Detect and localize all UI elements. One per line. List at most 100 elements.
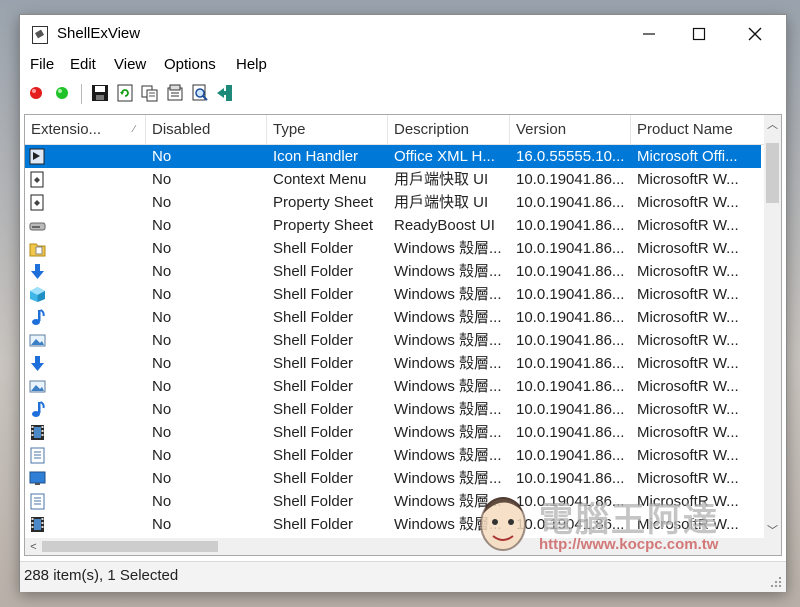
cell-product: MicrosoftR W... xyxy=(637,516,739,533)
maximize-button[interactable] xyxy=(674,15,724,53)
scroll-left-icon[interactable]: < xyxy=(25,538,42,555)
minimize-button[interactable] xyxy=(624,15,674,53)
cell-type: Shell Folder xyxy=(273,493,354,510)
table-row[interactable]: No Shell Folder Windows 殼層... 10.0.19041.86… xyxy=(25,444,761,467)
cell-type: Shell Folder xyxy=(273,424,354,441)
list-header: Extensio... ∕ Disabled Type Description … xyxy=(25,115,765,145)
menu-help[interactable]: Help xyxy=(236,56,267,73)
cell-description: Windows 殼層... xyxy=(394,332,502,349)
table-row[interactable]: No Shell Folder Windows 殼層... 10.0.19041.86… xyxy=(25,375,761,398)
cell-disabled: No xyxy=(152,148,172,165)
cell-version: 10.0.19041.86... xyxy=(516,424,625,441)
cell-type: Property Sheet xyxy=(273,194,374,211)
table-row[interactable]: No Shell Folder Windows 殼層... 10.0.19041.86… xyxy=(25,398,761,421)
enable-button[interactable] xyxy=(53,84,71,102)
close-icon xyxy=(748,27,762,41)
table-row[interactable]: No Icon Handler Office XML H... 16.0.55555.… xyxy=(25,145,761,168)
refresh-button[interactable] xyxy=(116,84,134,102)
cell-type: Property Sheet xyxy=(273,217,374,234)
cell-description: Windows 殼層... xyxy=(394,424,502,441)
horizontal-scrollbar[interactable]: < xyxy=(25,538,765,555)
arrow-file-icon xyxy=(29,148,46,165)
cell-version: 10.0.19041.86... xyxy=(516,470,625,487)
cell-type: Shell Folder xyxy=(273,240,354,257)
cell-disabled: No xyxy=(152,447,172,464)
column-header-disabled[interactable]: Disabled xyxy=(146,115,267,144)
cell-disabled: No xyxy=(152,424,172,441)
cell-disabled: No xyxy=(152,493,172,510)
cell-disabled: No xyxy=(152,332,172,349)
properties-button[interactable] xyxy=(166,84,184,102)
column-header-type[interactable]: Type xyxy=(267,115,388,144)
cell-type: Shell Folder xyxy=(273,263,354,280)
table-row[interactable]: No Shell Folder Windows 殼層... 10.0.19041.86… xyxy=(25,467,761,490)
cell-version: 10.0.19041.86... xyxy=(516,355,625,372)
cell-disabled: No xyxy=(152,378,172,395)
cell-description: Windows 殼層... xyxy=(394,240,502,257)
close-button[interactable] xyxy=(730,15,780,53)
cell-product: MicrosoftR W... xyxy=(637,378,739,395)
table-row[interactable]: No Property Sheet 用戶端快取 UI 10.0.19041.86...… xyxy=(25,191,761,214)
sort-arrow-icon: ∕ xyxy=(133,124,135,135)
cell-type: Icon Handler xyxy=(273,148,359,165)
cell-disabled: No xyxy=(152,217,172,234)
cube-icon xyxy=(29,286,46,303)
table-row[interactable]: No Property Sheet ReadyBoost UI 10.0.19041.… xyxy=(25,214,761,237)
table-row[interactable]: No Shell Folder Windows 殼層... 10.0.19041.86… xyxy=(25,352,761,375)
exit-button[interactable] xyxy=(216,84,234,102)
column-header-extension[interactable]: Extensio... ∕ xyxy=(25,115,146,144)
column-header-product-name[interactable]: Product Name xyxy=(631,115,765,144)
cell-version: 10.0.19041.86... xyxy=(516,309,625,326)
table-row[interactable]: No Shell Folder Windows 殼層... 10.0.19041.86… xyxy=(25,490,761,513)
music-icon xyxy=(29,309,46,326)
document-icon xyxy=(29,171,46,188)
disable-button[interactable] xyxy=(27,84,45,102)
table-row[interactable]: No Context Menu 用戶端快取 UI 10.0.19041.86... Mi… xyxy=(25,168,761,191)
table-row[interactable]: No Shell Folder Windows 殼層... 10.0.19041.86… xyxy=(25,237,761,260)
vertical-scroll-thumb[interactable] xyxy=(766,143,779,203)
menu-file[interactable]: File xyxy=(30,56,54,73)
cell-product: MicrosoftR W... xyxy=(637,401,739,418)
copy-button[interactable] xyxy=(141,84,159,102)
cell-description: Windows 殼層... xyxy=(394,286,502,303)
resize-grip-icon[interactable] xyxy=(770,576,782,588)
status-bar: 288 item(s), 1 Selected xyxy=(20,561,786,592)
horizontal-scroll-thumb[interactable] xyxy=(42,541,218,552)
cell-disabled: No xyxy=(152,240,172,257)
table-row[interactable]: No Shell Folder Windows 殼層... 10.0.19041.86… xyxy=(25,306,761,329)
menu-view[interactable]: View xyxy=(114,56,146,73)
cell-disabled: No xyxy=(152,194,172,211)
cell-description: 用戶端快取 UI xyxy=(394,194,489,211)
cell-disabled: No xyxy=(152,470,172,487)
cell-description: Office XML H... xyxy=(394,148,495,165)
table-row[interactable]: No Shell Folder Windows 殼層... 10.0.19041.86… xyxy=(25,513,761,536)
scrollbar-corner xyxy=(764,538,781,555)
cell-product: MicrosoftR W... xyxy=(637,240,739,257)
scroll-up-icon[interactable]: ︿ xyxy=(764,115,781,132)
cell-description: Windows 殼層... xyxy=(394,309,502,326)
column-header-description[interactable]: Description xyxy=(388,115,510,144)
save-button[interactable] xyxy=(91,84,109,102)
find-button[interactable] xyxy=(191,84,209,102)
table-row[interactable]: No Shell Folder Windows 殼層... 10.0.19041.86… xyxy=(25,283,761,306)
properties-icon xyxy=(167,84,183,101)
extensions-list[interactable]: Extensio... ∕ Disabled Type Description … xyxy=(24,114,782,556)
vertical-scrollbar[interactable]: ︿ ﹀ xyxy=(764,115,781,538)
cell-version: 10.0.19041.86... xyxy=(516,286,625,303)
table-row[interactable]: No Shell Folder Windows 殼層... 10.0.19041.86… xyxy=(25,329,761,352)
menu-options[interactable]: Options xyxy=(164,56,216,73)
menu-edit[interactable]: Edit xyxy=(70,56,96,73)
folder-icon xyxy=(29,240,46,257)
cell-type: Shell Folder xyxy=(273,401,354,418)
column-header-version[interactable]: Version xyxy=(510,115,631,144)
cell-product: MicrosoftR W... xyxy=(637,470,739,487)
cell-description: Windows 殼層... xyxy=(394,355,502,372)
cell-product: MicrosoftR W... xyxy=(637,194,739,211)
scroll-down-icon[interactable]: ﹀ xyxy=(764,521,781,538)
cell-description: Windows 殼層... xyxy=(394,493,502,510)
cell-type: Shell Folder xyxy=(273,447,354,464)
table-row[interactable]: No Shell Folder Windows 殼層... 10.0.19041.86… xyxy=(25,260,761,283)
cell-version: 10.0.19041.86... xyxy=(516,516,625,533)
table-row[interactable]: No Shell Folder Windows 殼層... 10.0.19041.86… xyxy=(25,421,761,444)
cell-version: 10.0.19041.86... xyxy=(516,240,625,257)
